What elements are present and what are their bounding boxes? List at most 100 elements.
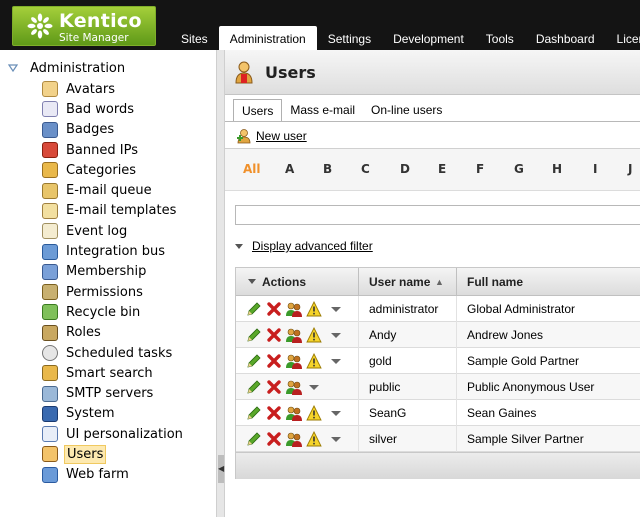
table-row[interactable]: silver Sample Silver Partner: [236, 426, 640, 452]
delete-x-icon[interactable]: [266, 301, 282, 317]
collapse-panel-handle[interactable]: ◀: [218, 455, 224, 483]
tree-item-users[interactable]: Users: [42, 444, 185, 464]
tree-root-administration[interactable]: Administration: [7, 61, 125, 76]
row-menu-chevron-icon[interactable]: [328, 327, 344, 343]
new-user-button[interactable]: New user: [237, 128, 307, 144]
tree-item-ui-personalization[interactable]: UI personalization: [42, 424, 185, 444]
row-menu-chevron-icon[interactable]: [306, 379, 322, 395]
column-header-full-name[interactable]: Full name: [467, 268, 523, 296]
kentico-logo[interactable]: Kentico Site Manager: [12, 6, 156, 46]
tree-item-avatars[interactable]: Avatars: [42, 79, 185, 99]
panel-splitter[interactable]: ◀: [216, 50, 225, 517]
row-menu-chevron-icon[interactable]: [328, 405, 344, 421]
table-row[interactable]: gold Sample Gold Partner: [236, 348, 640, 374]
sort-ascending-icon[interactable]: ▲: [435, 268, 444, 296]
letter-b[interactable]: B: [323, 162, 332, 176]
ui-personalization-icon: [42, 426, 58, 443]
tree-item-recycle-bin[interactable]: Recycle bin: [42, 302, 185, 322]
page-title: Users: [265, 63, 316, 82]
subtab-online-users[interactable]: On-line users: [363, 99, 450, 121]
tree-item-event-log[interactable]: Event log: [42, 221, 185, 241]
subtab-users[interactable]: Users: [233, 99, 283, 121]
actions-menu-icon[interactable]: [248, 279, 256, 284]
tab-settings[interactable]: Settings: [317, 26, 382, 50]
tree-item-smtp-servers[interactable]: SMTP servers: [42, 383, 185, 403]
warning-icon[interactable]: [306, 301, 322, 317]
edit-pencil-icon[interactable]: [246, 301, 262, 317]
warning-icon[interactable]: [306, 431, 322, 447]
delete-x-icon[interactable]: [266, 327, 282, 343]
edit-pencil-icon[interactable]: [246, 353, 262, 369]
tree-item-badges[interactable]: Badges: [42, 120, 185, 140]
warning-icon[interactable]: [306, 353, 322, 369]
letter-g[interactable]: G: [514, 162, 524, 176]
tab-dashboard[interactable]: Dashboard: [525, 26, 606, 50]
roles-icon[interactable]: [286, 327, 302, 343]
table-row[interactable]: administrator Global Administrator: [236, 296, 640, 322]
row-menu-chevron-icon[interactable]: [328, 301, 344, 317]
tree-item-membership[interactable]: Membership: [42, 262, 185, 282]
tab-licenses[interactable]: Licenses: [606, 26, 640, 50]
letter-c[interactable]: C: [361, 162, 370, 176]
tab-development[interactable]: Development: [382, 26, 475, 50]
roles-icon[interactable]: [286, 379, 302, 395]
tab-administration[interactable]: Administration: [218, 26, 317, 50]
tree-item-web-farm[interactable]: Web farm: [42, 465, 185, 485]
delete-x-icon[interactable]: [266, 405, 282, 421]
warning-icon[interactable]: [306, 405, 322, 421]
delete-x-icon[interactable]: [266, 431, 282, 447]
tree-item-roles[interactable]: Roles: [42, 323, 185, 343]
tree-item-banned-ips[interactable]: Banned IPs: [42, 140, 185, 160]
edit-pencil-icon[interactable]: [246, 379, 262, 395]
row-menu-chevron-icon[interactable]: [328, 431, 344, 447]
table-row[interactable]: Andy Andrew Jones: [236, 322, 640, 348]
delete-x-icon[interactable]: [266, 353, 282, 369]
letter-f[interactable]: F: [476, 162, 484, 176]
letter-j[interactable]: J: [628, 162, 632, 176]
tree-item-e-mail-templates[interactable]: E-mail templates: [42, 201, 185, 221]
letter-all[interactable]: All: [243, 162, 261, 176]
email-queue-icon: [42, 182, 58, 199]
advanced-filter-toggle[interactable]: Display advanced filter: [235, 239, 373, 253]
tree-item-label: UI personalization: [66, 426, 183, 442]
warning-icon[interactable]: [306, 327, 322, 343]
tree-item-smart-search[interactable]: Smart search: [42, 363, 185, 383]
tree-item-system[interactable]: System: [42, 404, 185, 424]
grid-header: Actions User name ▲ Full name: [236, 268, 640, 296]
edit-pencil-icon[interactable]: [246, 327, 262, 343]
edit-pencil-icon[interactable]: [246, 405, 262, 421]
subtab-mass-email[interactable]: Mass e-mail: [282, 99, 363, 121]
tree-item-label: Recycle bin: [66, 304, 141, 320]
tree-item-integration-bus[interactable]: Integration bus: [42, 241, 185, 261]
letter-d[interactable]: D: [400, 162, 410, 176]
tree-item-permissions[interactable]: Permissions: [42, 282, 185, 302]
row-menu-chevron-icon[interactable]: [328, 353, 344, 369]
roles-icon[interactable]: [286, 405, 302, 421]
scheduled-tasks-icon: [42, 345, 58, 361]
tree-item-bad-words[interactable]: Bad words: [42, 99, 185, 119]
letter-i[interactable]: I: [593, 162, 597, 176]
roles-icon[interactable]: [286, 431, 302, 447]
tab-sites[interactable]: Sites: [170, 26, 219, 50]
roles-icon[interactable]: [286, 353, 302, 369]
tree-item-categories[interactable]: Categories: [42, 160, 185, 180]
letter-e[interactable]: E: [438, 162, 446, 176]
column-header-user-name[interactable]: User name: [369, 268, 430, 296]
tree-item-label: SMTP servers: [66, 386, 154, 402]
collapse-triangle-icon[interactable]: [7, 63, 20, 75]
search-input[interactable]: [235, 205, 640, 225]
tab-tools[interactable]: Tools: [475, 26, 525, 50]
tree-item-e-mail-queue[interactable]: E-mail queue: [42, 180, 185, 200]
table-row[interactable]: public Public Anonymous User: [236, 374, 640, 400]
delete-x-icon[interactable]: [266, 379, 282, 395]
tree-item-scheduled-tasks[interactable]: Scheduled tasks: [42, 343, 185, 363]
letter-a[interactable]: A: [285, 162, 294, 176]
roles-icon[interactable]: [286, 301, 302, 317]
tree-item-label: Avatars: [66, 81, 115, 97]
tree-item-label: Users: [64, 444, 107, 464]
table-row[interactable]: SeanG Sean Gaines: [236, 400, 640, 426]
web-farm-icon: [42, 466, 58, 483]
letter-h[interactable]: H: [552, 162, 562, 176]
category-icon: [42, 162, 58, 179]
edit-pencil-icon[interactable]: [246, 431, 262, 447]
